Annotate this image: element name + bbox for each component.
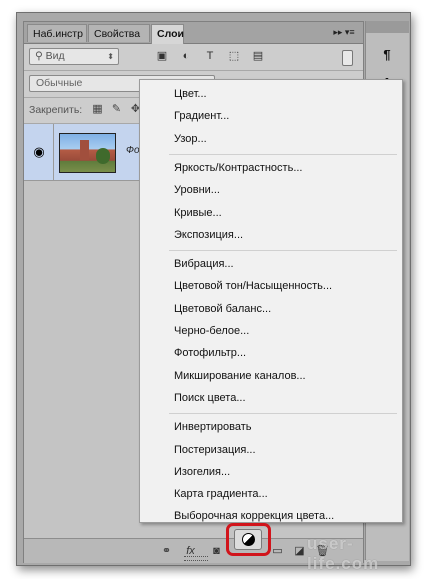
panel-menu-icon[interactable]: ▸▸ ▾≡ [329,25,359,40]
menu-item[interactable]: Цвет... [174,84,207,104]
adjustment-context-menu: Цвет... Градиент... Узор... Яркость/Контрас… [139,79,403,523]
dock-header [366,21,409,33]
lock-label: Закрепить: [29,104,83,116]
filter-row: ⚲ Вид ⬍ ▣ ◐ T ⬚ ▤ [24,44,363,71]
menu-item[interactable]: Поиск цвета... [174,388,246,408]
panel-tabs: Наб.инстр Свойства Слои ▸▸ ▾≡ [24,22,363,44]
menu-item[interactable]: Уровни... [174,180,220,200]
lock-transparent-icon[interactable]: ▦ [91,103,104,116]
menu-separator [169,250,397,252]
lock-brush-icon[interactable]: ✎ [110,103,123,116]
menu-item[interactable]: Изогелия... [174,462,230,482]
filter-toggle[interactable] [342,50,353,66]
menu-item[interactable]: Инвертировать [174,417,251,437]
type-filter-icon[interactable]: T [203,49,217,63]
paragraph-icon[interactable]: ¶ [377,45,397,65]
menu-item[interactable]: Вибрация... [174,254,234,274]
menu-item[interactable]: Карта градиента... [174,484,268,504]
mask-icon[interactable]: ◙ [209,544,224,558]
menu-item[interactable]: Черно-белое... [174,321,249,341]
menu-item[interactable]: Микширование каналов... [174,366,306,386]
menu-item[interactable]: Узор... [174,129,207,149]
layer-thumbnail[interactable] [59,133,116,173]
layer-filter-value: Вид [45,50,65,62]
shape-filter-icon[interactable]: ⬚ [227,49,241,63]
smart-object-filter-icon[interactable]: ▤ [251,49,265,63]
eye-icon[interactable]: ◉ [31,144,47,160]
watermark: user-life.com [307,534,380,573]
tab-layers[interactable]: Слои [151,24,184,44]
menu-item[interactable]: Цветовой тон/Насыщенность... [174,276,332,296]
link-icon[interactable]: ⚭ [159,544,174,558]
search-icon: ⚲ [35,50,46,62]
resize-grip[interactable] [184,556,208,561]
menu-separator [169,153,397,155]
select-arrows-icon: ⬍ [107,52,114,61]
highlight-box [226,523,271,556]
menu-item[interactable]: Фотофильтр... [174,343,246,363]
tab-tools-presets[interactable]: Наб.инстр [27,24,87,42]
divider [53,124,54,180]
tab-properties[interactable]: Свойства [88,24,150,42]
layer-filter-select[interactable]: ⚲ Вид ⬍ [29,48,119,65]
adjustment-filter-icon[interactable]: ◐ [179,49,193,63]
group-icon[interactable]: ▭ [270,544,285,558]
menu-item[interactable]: Яркость/Контрастность... [174,158,302,178]
new-layer-icon[interactable]: ◪ [292,544,307,558]
menu-item[interactable]: Кривые... [174,203,222,223]
menu-item[interactable]: Градиент... [174,106,229,126]
menu-item[interactable]: Экспозиция... [174,225,243,245]
menu-item[interactable]: Цветовой баланс... [174,299,271,319]
menu-separator [169,413,397,415]
pixel-filter-icon[interactable]: ▣ [155,49,169,63]
menu-item[interactable]: Постеризация... [174,440,256,460]
